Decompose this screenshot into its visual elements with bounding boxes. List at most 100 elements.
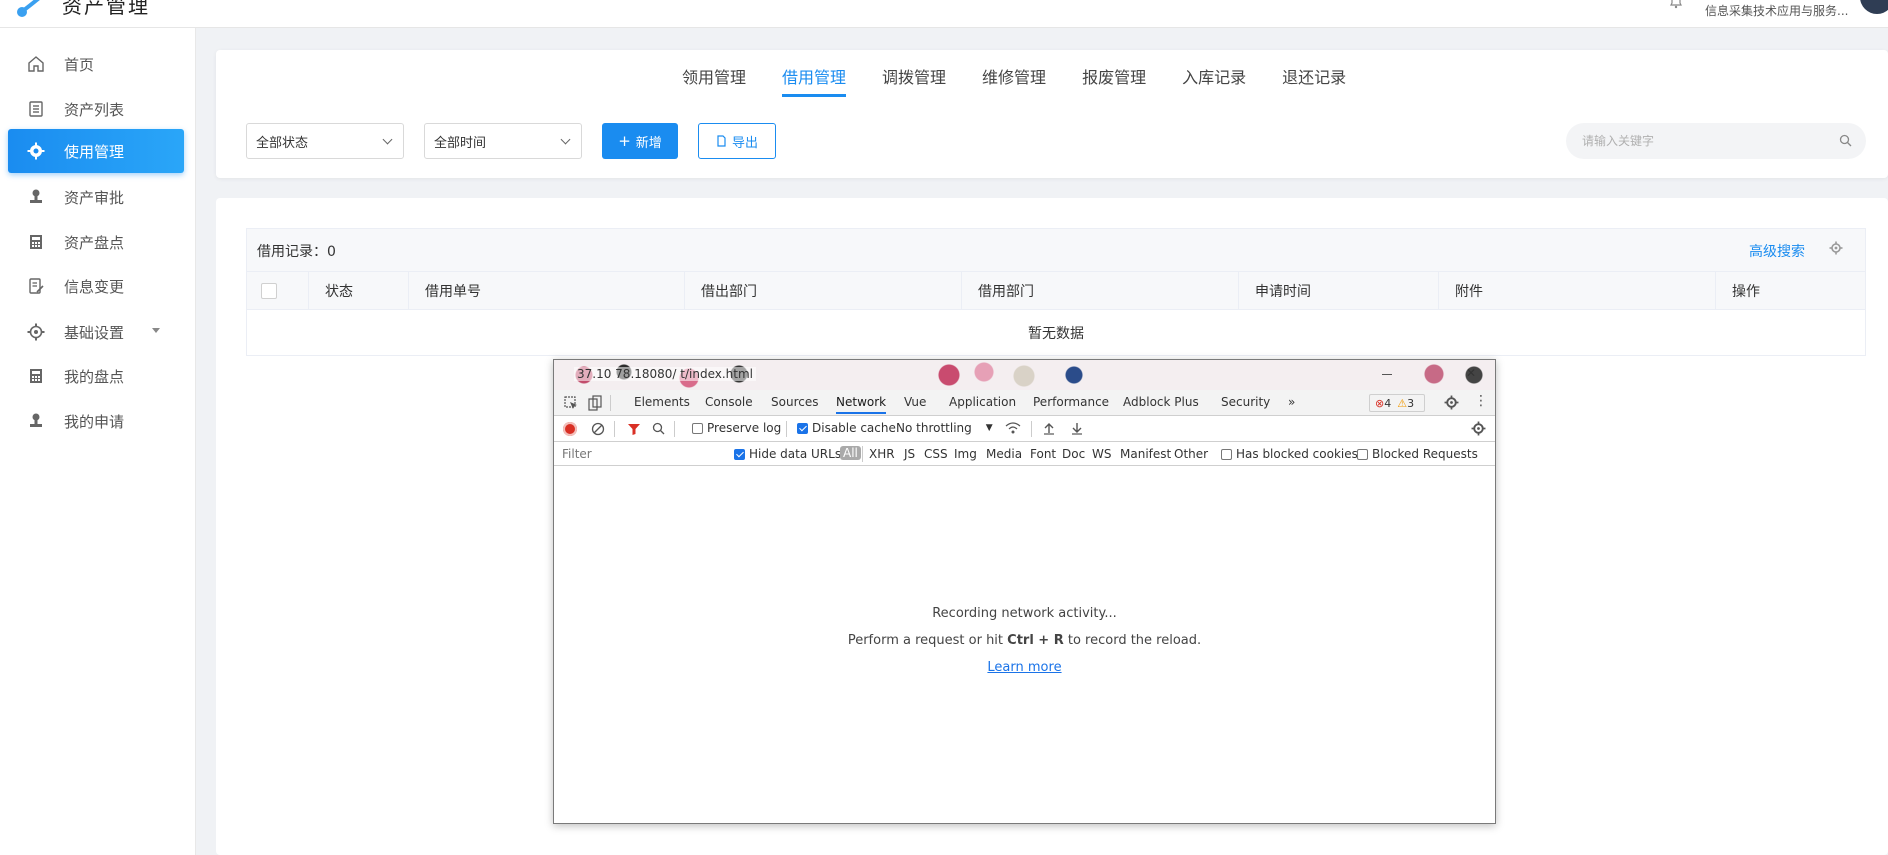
settings-icon[interactable] bbox=[1471, 421, 1486, 436]
sidebar-item-label: 基础设置 bbox=[64, 323, 125, 342]
select-all-checkbox[interactable] bbox=[261, 283, 277, 299]
search-icon[interactable] bbox=[652, 422, 665, 435]
hide-data-urls-checkbox[interactable]: Hide data URLs bbox=[734, 447, 841, 461]
devtools-url: 37.10 78.18080/ t/index.html bbox=[574, 367, 757, 381]
disable-cache-checkbox[interactable]: Disable cache bbox=[797, 421, 896, 435]
sidebar-item-basic-settings[interactable]: 基础设置 bbox=[8, 310, 184, 354]
sidebar-item-label: 信息变更 bbox=[64, 277, 125, 296]
sidebar-item-label: 资产审批 bbox=[64, 188, 125, 207]
tab-return[interactable]: 退还记录 bbox=[1282, 64, 1346, 97]
tab-requisition[interactable]: 领用管理 bbox=[682, 64, 746, 97]
throttling-select[interactable]: No throttling ▼ bbox=[896, 421, 993, 435]
gear-icon[interactable] bbox=[1829, 241, 1843, 255]
minimize-icon[interactable] bbox=[1382, 374, 1392, 375]
settings-icon[interactable] bbox=[1444, 395, 1459, 410]
devtools-tab-console[interactable]: Console bbox=[705, 395, 753, 409]
status-select-value: 全部状态 bbox=[256, 135, 309, 151]
column-header-order-no[interactable]: 借用单号 bbox=[409, 272, 685, 310]
issues-badge[interactable]: ⊗4 ⚠3 bbox=[1369, 394, 1425, 412]
devtools-tab-vue[interactable]: Vue bbox=[904, 395, 926, 409]
devtools-tab-adblock[interactable]: Adblock Plus bbox=[1123, 395, 1199, 409]
filter-type-ws[interactable]: WS bbox=[1092, 447, 1111, 461]
filter-type-js[interactable]: JS bbox=[904, 447, 915, 461]
column-header-apply-time[interactable]: 申请时间 bbox=[1239, 272, 1439, 310]
sidebar-item-home[interactable]: 首页 bbox=[8, 42, 184, 86]
time-select[interactable]: 全部时间 bbox=[424, 123, 582, 159]
close-icon[interactable]: ✕ bbox=[1466, 366, 1476, 380]
filter-type-other[interactable]: Other bbox=[1174, 447, 1208, 461]
filter-type-media[interactable]: Media bbox=[986, 447, 1022, 461]
more-tabs-button[interactable]: » bbox=[1288, 395, 1295, 409]
import-har-icon[interactable] bbox=[1043, 422, 1055, 435]
network-filter-bar: Hide data URLs All XHR JS CSS Img Media … bbox=[554, 442, 1495, 466]
separator bbox=[610, 395, 611, 411]
record-icon[interactable] bbox=[563, 422, 577, 436]
filter-type-doc[interactable]: Doc bbox=[1062, 447, 1085, 461]
tab-scrap[interactable]: 报废管理 bbox=[1082, 64, 1146, 97]
column-header-actions: 操作 bbox=[1732, 284, 1760, 300]
filter-type-manifest[interactable]: Manifest bbox=[1120, 447, 1171, 461]
sidebar-item-info-change[interactable]: 信息变更 bbox=[8, 264, 184, 308]
tab-borrow[interactable]: 借用管理 bbox=[782, 64, 847, 97]
sidebar-item-label: 我的申请 bbox=[64, 412, 125, 431]
devtools-tab-security[interactable]: Security bbox=[1221, 395, 1270, 409]
sidebar-item-asset-list[interactable]: 资产列表 bbox=[8, 87, 184, 131]
kebab-menu-icon[interactable]: ⋮ bbox=[1474, 393, 1488, 409]
warning-icon: ⚠ bbox=[1397, 396, 1408, 410]
filter-input[interactable] bbox=[560, 446, 720, 462]
search-input[interactable] bbox=[1580, 131, 1820, 151]
column-header-borrowing-dept[interactable]: 借用部门 bbox=[962, 272, 1239, 310]
table-toolbar: 借用记录：0 高级搜索 bbox=[247, 229, 1865, 271]
status-select[interactable]: 全部状态 bbox=[246, 123, 404, 159]
sidebar-item-my-applications[interactable]: 我的申请 bbox=[8, 399, 184, 443]
record-count-value: 0 bbox=[327, 244, 336, 260]
time-select-value: 全部时间 bbox=[434, 135, 487, 151]
tab-stock-in[interactable]: 入库记录 bbox=[1182, 64, 1246, 97]
clear-icon[interactable] bbox=[591, 422, 605, 436]
chevron-down-icon bbox=[560, 134, 571, 145]
table-header: 状态 借用单号 借出部门 借用部门 申请时间 附件 操作 bbox=[247, 271, 1865, 310]
export-har-icon[interactable] bbox=[1071, 422, 1083, 435]
devtools-tab-sources[interactable]: Sources bbox=[771, 395, 818, 409]
device-toolbar-icon[interactable] bbox=[588, 395, 602, 411]
sidebar-item-usage[interactable]: 使用管理 bbox=[8, 129, 184, 173]
devtools-tab-network[interactable]: Network bbox=[836, 395, 887, 414]
app-title: 资产管理 bbox=[62, 0, 150, 18]
filter-type-font[interactable]: Font bbox=[1030, 447, 1056, 461]
add-button-label: 新增 bbox=[635, 135, 662, 151]
tab-repair[interactable]: 维修管理 bbox=[982, 64, 1046, 97]
sidebar-item-inventory[interactable]: 资产盘点 bbox=[8, 220, 184, 264]
user-name[interactable]: 信息采集技术应用与服务... bbox=[1705, 2, 1848, 19]
filter-card: 领用管理 借用管理 调拨管理 维修管理 报废管理 入库记录 退还记录 全部状态 … bbox=[216, 50, 1888, 178]
advanced-search-link[interactable]: 高级搜索 bbox=[1749, 241, 1805, 261]
filter-type-css[interactable]: CSS bbox=[924, 447, 948, 461]
search-icon[interactable] bbox=[1839, 134, 1852, 147]
sidebar-item-my-inventory[interactable]: 我的盘点 bbox=[8, 354, 184, 398]
calculator-icon bbox=[26, 366, 46, 386]
filter-icon[interactable] bbox=[627, 422, 641, 436]
preserve-log-checkbox[interactable]: Preserve log bbox=[692, 421, 781, 435]
sidebar-item-approval[interactable]: 资产审批 bbox=[8, 175, 184, 219]
stamp-icon bbox=[26, 187, 46, 207]
learn-more-link[interactable]: Learn more bbox=[554, 660, 1495, 675]
column-header-status[interactable]: 状态 bbox=[309, 272, 409, 310]
filter-type-xhr[interactable]: XHR bbox=[869, 447, 895, 461]
export-button[interactable]: 导出 bbox=[698, 123, 776, 159]
filter-type-all[interactable]: All bbox=[840, 446, 861, 460]
column-header-attachment[interactable]: 附件 bbox=[1439, 272, 1716, 310]
devtools-tab-elements[interactable]: Elements bbox=[634, 395, 690, 409]
add-button[interactable]: + 新增 bbox=[602, 123, 678, 159]
inspect-icon[interactable] bbox=[564, 396, 578, 410]
devtools-tab-performance[interactable]: Performance bbox=[1033, 395, 1109, 409]
filter-type-img[interactable]: Img bbox=[954, 447, 977, 461]
devtools-tab-application[interactable]: Application bbox=[949, 395, 1016, 409]
blocked-requests-checkbox[interactable]: Blocked Requests bbox=[1357, 447, 1478, 461]
avatar[interactable] bbox=[1860, 0, 1888, 14]
network-conditions-icon[interactable] bbox=[1005, 421, 1021, 435]
tab-transfer[interactable]: 调拨管理 bbox=[882, 64, 946, 97]
bell-icon[interactable] bbox=[1668, 0, 1684, 10]
has-blocked-cookies-checkbox[interactable]: Has blocked cookies bbox=[1221, 447, 1358, 461]
calculator-icon bbox=[26, 232, 46, 252]
column-header-lending-dept[interactable]: 借出部门 bbox=[685, 272, 962, 310]
devtools-titlebar[interactable]: 37.10 78.18080/ t/index.html ✕ bbox=[554, 360, 1495, 390]
